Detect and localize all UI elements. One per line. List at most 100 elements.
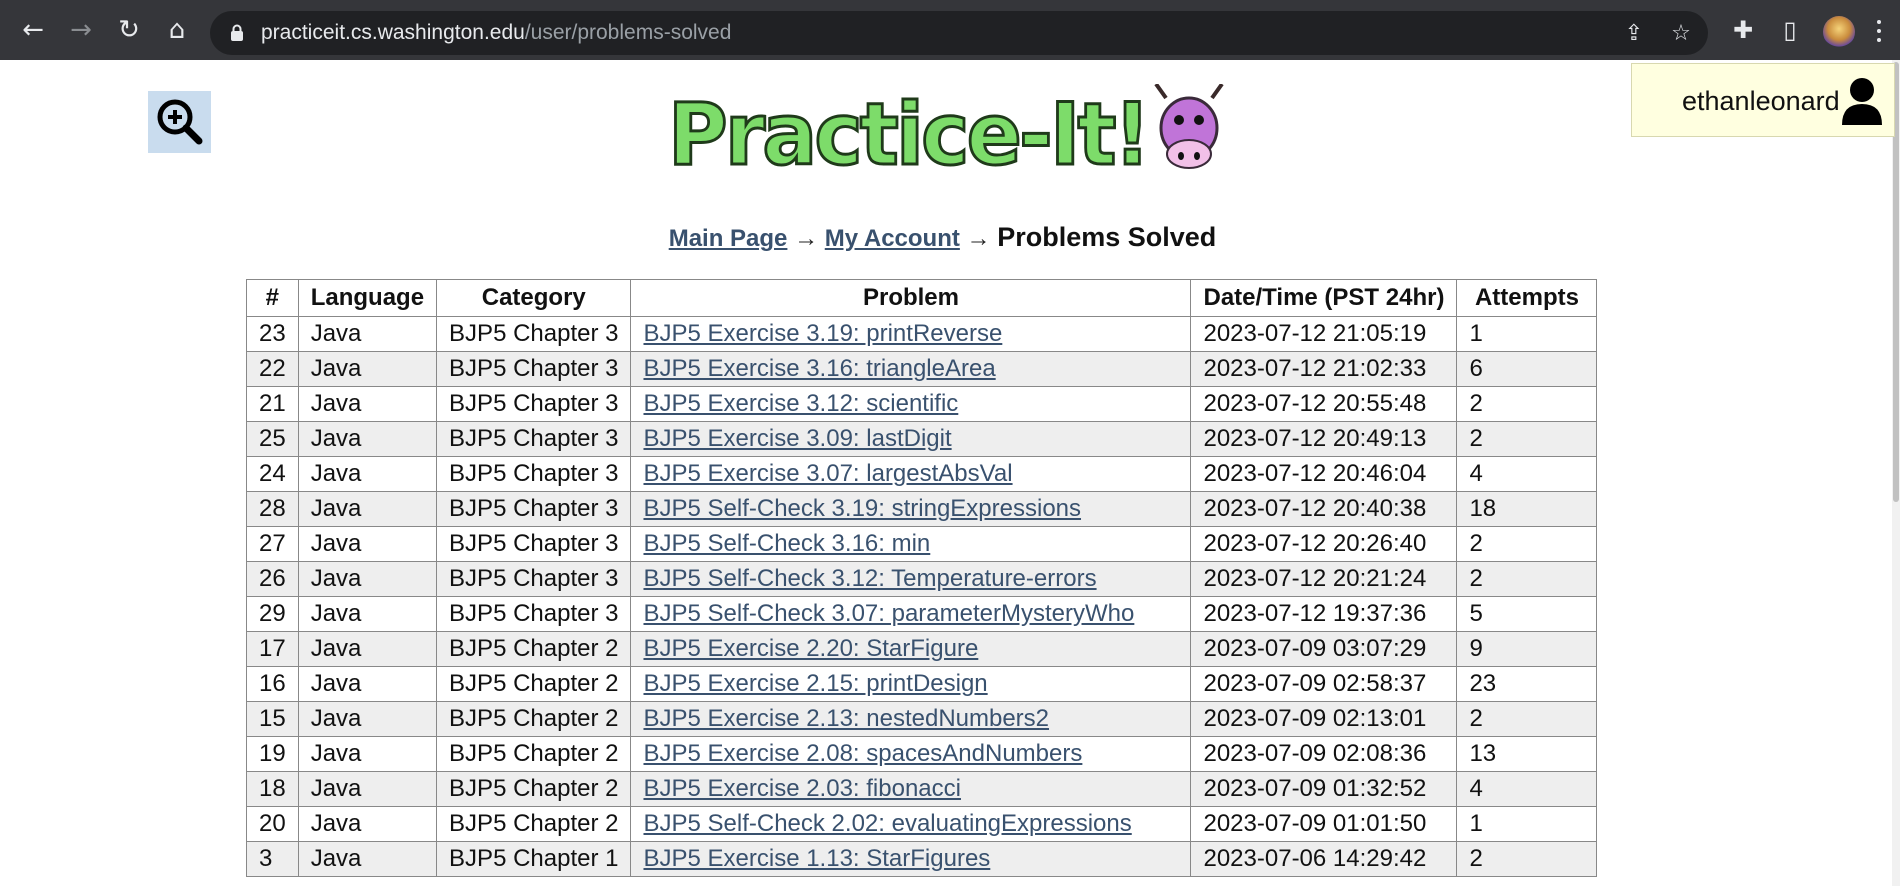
- problem-link[interactable]: BJP5 Self-Check 3.16: min: [643, 530, 930, 557]
- cell-number: 23: [246, 316, 299, 352]
- username[interactable]: ethanleonard: [1682, 86, 1840, 117]
- cell-number: 16: [246, 666, 299, 702]
- cell-language: Java: [297, 631, 438, 667]
- share-icon[interactable]: ⇪: [1621, 21, 1647, 47]
- cell-number: 15: [246, 701, 299, 737]
- cell-category: BJP5 Chapter 2: [436, 631, 632, 667]
- cell-datetime: 2023-07-12 20:46:04: [1190, 456, 1458, 492]
- url-path: /user/problems-solved: [524, 21, 732, 44]
- url-domain: practiceit.cs.washington.edu: [261, 21, 525, 44]
- cell-problem: BJP5 Exercise 2.03: fibonacci: [630, 771, 1192, 807]
- breadcrumb-arrow: →: [794, 225, 819, 252]
- table-row: 15 Java BJP5 Chapter 2 BJP5 Exercise 2.13: …: [246, 701, 1598, 737]
- page-title: Problems Solved: [997, 222, 1217, 252]
- cell-problem: BJP5 Self-Check 3.19: stringExpressions: [630, 491, 1192, 527]
- cell-category: BJP5 Chapter 2: [436, 771, 632, 807]
- cell-language: Java: [297, 596, 438, 632]
- cell-datetime: 2023-07-09 03:07:29: [1190, 631, 1458, 667]
- problem-link[interactable]: BJP5 Exercise 2.13: nestedNumbers2: [643, 705, 1049, 732]
- problem-link[interactable]: BJP5 Exercise 3.16: triangleArea: [643, 355, 995, 382]
- problem-link[interactable]: BJP5 Self-Check 2.02: evaluatingExpressi…: [643, 810, 1131, 837]
- cell-problem: BJP5 Self-Check 3.07: parameterMysteryWh…: [630, 596, 1192, 632]
- problem-link[interactable]: BJP5 Exercise 2.03: fibonacci: [643, 775, 961, 802]
- problem-link[interactable]: BJP5 Exercise 3.12: scientific: [643, 390, 958, 417]
- problem-link[interactable]: BJP5 Exercise 3.09: lastDigit: [643, 425, 951, 452]
- forward-icon[interactable]: →: [65, 14, 97, 46]
- column-header-attempts: Attempts: [1456, 279, 1598, 317]
- practice-it-logo[interactable]: Practice-It!: [664, 82, 1234, 187]
- problem-link[interactable]: BJP5 Exercise 3.19: printReverse: [643, 320, 1002, 347]
- table-row: 20 Java BJP5 Chapter 2 BJP5 Self-Check 2.02…: [246, 806, 1598, 842]
- cell-category: BJP5 Chapter 3: [436, 421, 632, 457]
- zoom-button[interactable]: [148, 91, 211, 153]
- home-icon[interactable]: ⌂: [161, 14, 193, 46]
- cell-category: BJP5 Chapter 3: [436, 491, 632, 527]
- cell-number: 17: [246, 631, 299, 667]
- problem-link[interactable]: BJP5 Exercise 2.20: StarFigure: [643, 635, 978, 662]
- cell-problem: BJP5 Exercise 2.15: printDesign: [630, 666, 1192, 702]
- cell-problem: BJP5 Exercise 3.19: printReverse: [630, 316, 1192, 352]
- cell-category: BJP5 Chapter 3: [436, 456, 632, 492]
- table-row: 24 Java BJP5 Chapter 3 BJP5 Exercise 3.07: …: [246, 456, 1598, 492]
- url-text[interactable]: practiceit.cs.washington.edu/user/proble…: [261, 21, 731, 45]
- problem-link[interactable]: BJP5 Exercise 2.08: spacesAndNumbers: [643, 740, 1082, 767]
- cell-category: BJP5 Chapter 3: [436, 526, 632, 562]
- menu-icon[interactable]: [1876, 18, 1882, 44]
- browser-toolbar: ← → ↻ ⌂ practiceit.cs.washington.edu/use…: [0, 0, 1900, 60]
- column-header-problem: Problem: [630, 279, 1192, 317]
- reload-icon[interactable]: ↻: [113, 14, 145, 46]
- star-icon[interactable]: ☆: [1668, 21, 1694, 47]
- problem-link[interactable]: BJP5 Exercise 2.15: printDesign: [643, 670, 987, 697]
- user-menu[interactable]: ethanleonard: [1631, 63, 1895, 137]
- cell-datetime: 2023-07-09 02:58:37: [1190, 666, 1458, 702]
- problem-link[interactable]: BJP5 Self-Check 3.19: stringExpressions: [643, 495, 1081, 522]
- table-row: 29 Java BJP5 Chapter 3 BJP5 Self-Check 3.07…: [246, 596, 1598, 632]
- cell-number: 18: [246, 771, 299, 807]
- cell-number: 26: [246, 561, 299, 597]
- cell-datetime: 2023-07-06 14:29:42: [1190, 841, 1458, 877]
- cow-mascot: [1154, 82, 1224, 169]
- table-row: 28 Java BJP5 Chapter 3 BJP5 Self-Check 3.19…: [246, 491, 1598, 527]
- problem-link[interactable]: BJP5 Self-Check 3.07: parameterMysteryWh…: [643, 600, 1134, 627]
- cell-category: BJP5 Chapter 2: [436, 701, 632, 737]
- breadcrumb-my-account[interactable]: My Account: [825, 225, 960, 252]
- page-scrollbar[interactable]: [1892, 60, 1900, 886]
- cell-category: BJP5 Chapter 3: [436, 561, 632, 597]
- problem-link[interactable]: BJP5 Exercise 3.07: largestAbsVal: [643, 460, 1012, 487]
- table-row: 26 Java BJP5 Chapter 3 BJP5 Self-Check 3.12…: [246, 561, 1598, 597]
- table-row: 18 Java BJP5 Chapter 2 BJP5 Exercise 2.03: …: [246, 771, 1598, 807]
- cell-number: 29: [246, 596, 299, 632]
- cell-datetime: 2023-07-09 02:08:36: [1190, 736, 1458, 772]
- cell-language: Java: [297, 561, 438, 597]
- breadcrumb: Main Page → My Account → Problems Solved: [0, 222, 1885, 253]
- cell-language: Java: [297, 806, 438, 842]
- address-bar[interactable]: practiceit.cs.washington.edu/user/proble…: [210, 11, 1708, 55]
- cell-problem: BJP5 Exercise 3.12: scientific: [630, 386, 1192, 422]
- table-row: 19 Java BJP5 Chapter 2 BJP5 Exercise 2.08: …: [246, 736, 1598, 772]
- cell-problem: BJP5 Self-Check 3.12: Temperature-errors: [630, 561, 1192, 597]
- cell-language: Java: [297, 386, 438, 422]
- problem-link[interactable]: BJP5 Self-Check 3.12: Temperature-errors: [643, 565, 1096, 592]
- profile-avatar[interactable]: [1823, 16, 1855, 48]
- cell-attempts: 18: [1456, 491, 1598, 527]
- cell-datetime: 2023-07-12 21:05:19: [1190, 316, 1458, 352]
- cell-datetime: 2023-07-12 20:55:48: [1190, 386, 1458, 422]
- cell-category: BJP5 Chapter 3: [436, 316, 632, 352]
- cell-number: 24: [246, 456, 299, 492]
- cell-problem: BJP5 Self-Check 2.02: evaluatingExpressi…: [630, 806, 1192, 842]
- back-icon[interactable]: ←: [17, 14, 49, 46]
- cell-attempts: 2: [1456, 841, 1598, 877]
- cell-language: Java: [297, 841, 438, 877]
- cell-number: 28: [246, 491, 299, 527]
- side-panel-icon[interactable]: ▯: [1774, 14, 1806, 46]
- cell-attempts: 2: [1456, 421, 1598, 457]
- cell-language: Java: [297, 351, 438, 387]
- problem-link[interactable]: BJP5 Exercise 1.13: StarFigures: [643, 845, 990, 872]
- cell-language: Java: [297, 701, 438, 737]
- table-row: 27 Java BJP5 Chapter 3 BJP5 Self-Check 3.16…: [246, 526, 1598, 562]
- cell-datetime: 2023-07-12 21:02:33: [1190, 351, 1458, 387]
- extensions-icon[interactable]: ✚: [1727, 14, 1759, 46]
- cell-attempts: 9: [1456, 631, 1598, 667]
- cell-problem: BJP5 Exercise 2.08: spacesAndNumbers: [630, 736, 1192, 772]
- breadcrumb-main-page[interactable]: Main Page: [669, 225, 788, 252]
